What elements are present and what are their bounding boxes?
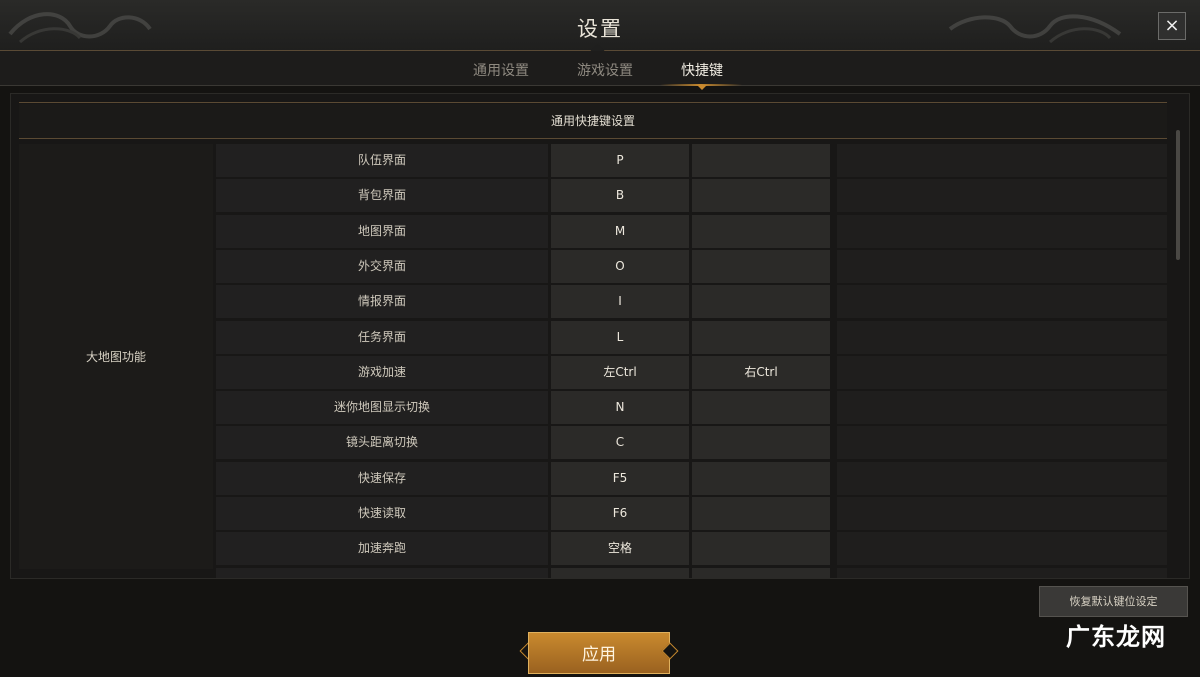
table-row: 迷你地图显示切换 N <box>11 391 1189 426</box>
empty-cell <box>837 249 1167 283</box>
table-row: 快速读取 F6 <box>11 497 1189 532</box>
primary-key-binding[interactable]: L <box>551 320 689 354</box>
table-row: 任务界面 L <box>11 320 1189 356</box>
secondary-key-binding[interactable] <box>692 285 830 319</box>
tab-game-settings[interactable]: 游戏设置 <box>577 60 633 80</box>
action-label: 情报界面 <box>216 285 548 319</box>
empty-cell <box>837 179 1167 213</box>
divider <box>19 102 1167 103</box>
empty-cell <box>837 532 1167 566</box>
secondary-key-binding[interactable] <box>692 567 830 578</box>
secondary-key-binding[interactable] <box>692 426 830 460</box>
secondary-key-binding[interactable] <box>692 461 830 495</box>
empty-cell <box>837 426 1167 460</box>
tab-bar: 通用设置 游戏设置 快捷键 <box>0 51 1200 90</box>
table-row: 情报界面 I <box>11 285 1189 320</box>
primary-key-binding[interactable]: F6 <box>551 497 689 530</box>
action-label <box>216 567 548 578</box>
secondary-key-binding[interactable] <box>692 249 830 283</box>
primary-key-binding[interactable]: P <box>551 144 689 177</box>
secondary-key-binding[interactable] <box>692 497 830 530</box>
empty-cell <box>837 214 1167 248</box>
table-row: 游戏加速 左Ctrl 右Ctrl <box>11 355 1189 391</box>
empty-cell <box>837 461 1167 495</box>
divider <box>19 138 1167 139</box>
primary-key-binding[interactable]: M <box>551 214 689 248</box>
primary-key-binding[interactable]: 空格 <box>551 532 689 566</box>
table-row: 快速保存 F5 <box>11 461 1189 497</box>
hotkey-panel: 通用快捷键设置 大地图功能 队伍界面 P 背包界面 B 地图界面 M 外交界面 O 情报界面 I 任… <box>10 93 1190 579</box>
secondary-key-binding[interactable] <box>692 144 830 177</box>
scrollbar[interactable] <box>1176 130 1180 260</box>
action-label: 背包界面 <box>216 179 548 213</box>
active-tab-caret-icon <box>697 85 707 90</box>
table-row: 加速奔跑 空格 <box>11 532 1189 567</box>
empty-cell <box>837 320 1167 354</box>
empty-cell <box>837 144 1167 177</box>
close-button[interactable]: × <box>1158 12 1186 40</box>
secondary-key-binding[interactable] <box>692 320 830 354</box>
secondary-key-binding[interactable] <box>692 532 830 566</box>
secondary-key-binding[interactable]: 右Ctrl <box>692 355 830 389</box>
table-row: 队伍界面 P <box>11 144 1189 179</box>
empty-cell <box>837 285 1167 319</box>
tab-hotkeys[interactable]: 快捷键 <box>681 60 723 80</box>
apply-button[interactable]: 应用 <box>528 632 670 674</box>
section-title: 通用快捷键设置 <box>19 104 1167 138</box>
action-label: 快速保存 <box>216 461 548 495</box>
primary-key-binding[interactable]: O <box>551 249 689 283</box>
action-label: 外交界面 <box>216 249 548 283</box>
action-label: 任务界面 <box>216 320 548 354</box>
action-label: 快速读取 <box>216 497 548 530</box>
primary-key-binding[interactable]: N <box>551 391 689 425</box>
table-row <box>11 567 1189 578</box>
action-label: 迷你地图显示切换 <box>216 391 548 425</box>
table-row: 地图界面 M <box>11 214 1189 250</box>
secondary-key-binding[interactable] <box>692 179 830 213</box>
title-bar: 设置 × <box>0 0 1200 60</box>
secondary-key-binding[interactable] <box>692 391 830 425</box>
watermark: 广东龙网 <box>1066 623 1166 651</box>
table-row: 外交界面 O <box>11 249 1189 285</box>
table-row: 镜头距离切换 C <box>11 426 1189 461</box>
tab-general-settings[interactable]: 通用设置 <box>473 60 529 80</box>
primary-key-binding[interactable]: F5 <box>551 461 689 495</box>
action-label: 队伍界面 <box>216 144 548 177</box>
secondary-key-binding[interactable] <box>692 214 830 248</box>
empty-cell <box>837 391 1167 425</box>
empty-cell <box>837 567 1167 578</box>
primary-key-binding[interactable]: C <box>551 426 689 460</box>
action-label: 游戏加速 <box>216 355 548 389</box>
table-row: 背包界面 B <box>11 179 1189 214</box>
window-title: 设置 <box>577 17 623 41</box>
restore-defaults-button[interactable]: 恢复默认键位设定 <box>1039 586 1188 617</box>
action-label: 镜头距离切换 <box>216 426 548 460</box>
empty-cell <box>837 355 1167 389</box>
primary-key-binding[interactable]: I <box>551 285 689 319</box>
primary-key-binding[interactable]: 左Ctrl <box>551 355 689 389</box>
primary-key-binding[interactable] <box>551 567 689 578</box>
action-label: 地图界面 <box>216 214 548 248</box>
primary-key-binding[interactable]: B <box>551 179 689 213</box>
action-label: 加速奔跑 <box>216 532 548 566</box>
empty-cell <box>837 497 1167 530</box>
